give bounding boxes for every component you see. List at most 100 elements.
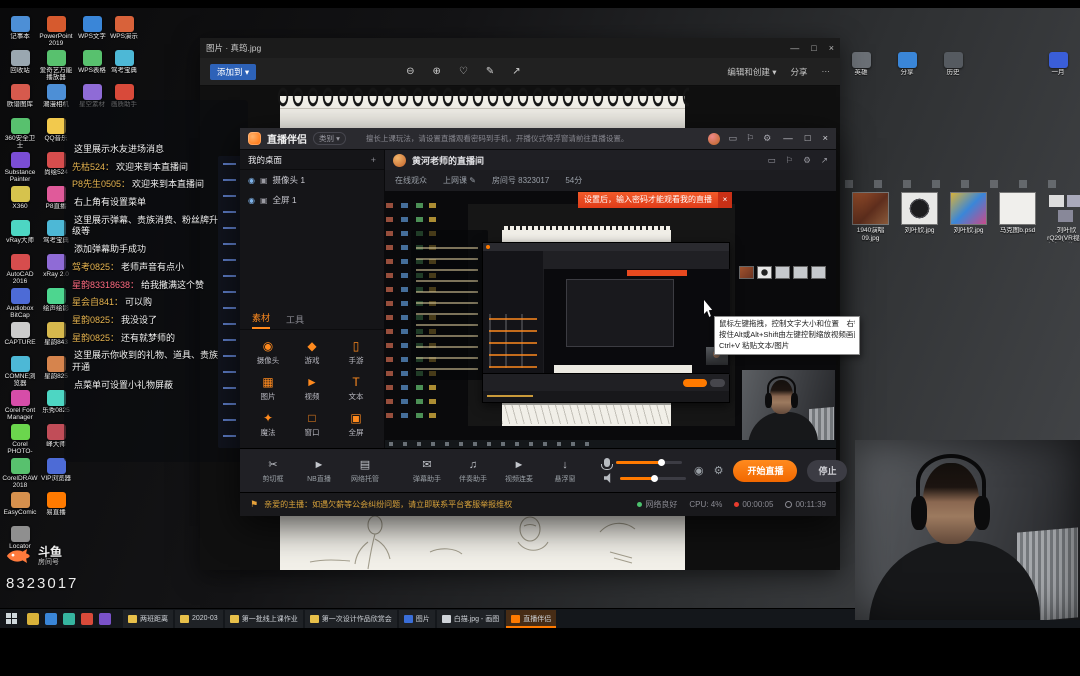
taskbar-task[interactable]: 第一批线上课作业: [225, 610, 303, 628]
taskbar-app-icon[interactable]: [81, 613, 93, 625]
desktop-icon[interactable]: 分享: [889, 52, 925, 86]
chat-username[interactable]: 先枯524：: [72, 162, 114, 172]
room-action-icon[interactable]: ⚙: [803, 155, 811, 166]
desktop-icon[interactable]: 回收站: [2, 50, 38, 84]
room-stat-item[interactable]: 54分: [565, 175, 582, 186]
taskbar-task[interactable]: 两班距离: [123, 610, 173, 628]
close-icon[interactable]: ×: [829, 43, 834, 53]
tool-button[interactable]: ◆ 游戏: [290, 339, 334, 366]
desktop-icon[interactable]: WPS演示: [106, 16, 142, 50]
tool-button[interactable]: ▦ 图片: [246, 375, 290, 402]
chat-username[interactable]: 星韵83318638：: [72, 280, 139, 290]
taskbar-task[interactable]: 直播伴侣: [506, 610, 556, 628]
tab-my-desktop[interactable]: 我的桌面: [248, 154, 282, 166]
maximize-icon[interactable]: □: [811, 43, 816, 53]
photo-tool-icon[interactable]: ⊖: [406, 66, 414, 77]
add-to-button[interactable]: 添加到 ▾: [210, 64, 256, 80]
titlebar-icon[interactable]: ⚙: [763, 133, 771, 144]
minimize-icon[interactable]: —: [790, 43, 799, 53]
desktop-icon[interactable]: 驾考宝典: [106, 50, 142, 84]
banner-close-icon[interactable]: ×: [718, 192, 732, 208]
tab-materials[interactable]: 素材: [252, 311, 270, 329]
desktop-icon[interactable]: 历史: [935, 52, 971, 86]
source-row[interactable]: ◉ ▣ 全屏 1: [240, 190, 384, 210]
tab-tools[interactable]: 工具: [286, 313, 304, 329]
taskbar-task[interactable]: 第一次设计作品欣赏会: [305, 610, 397, 628]
desktop-icon[interactable]: Substance Painter: [2, 152, 38, 186]
taskbar-app-icon[interactable]: [45, 613, 57, 625]
slider-knob[interactable]: [658, 459, 665, 466]
taskbar-app-icon[interactable]: [27, 613, 39, 625]
taskbar-task[interactable]: 白描.jpg - 画图: [437, 610, 505, 628]
chat-username[interactable]: 星会自841：: [72, 297, 123, 307]
desktop-icon[interactable]: 欧谱图库: [2, 84, 38, 118]
tool-button[interactable]: T 文本: [334, 375, 378, 402]
tool-button[interactable]: □ 窗口: [290, 411, 334, 438]
speaker-volume-slider[interactable]: [620, 477, 686, 480]
tool-button[interactable]: ▯ 手游: [334, 339, 378, 366]
desktop-icon[interactable]: VIP浏览器: [38, 458, 74, 492]
slider-knob[interactable]: [651, 475, 658, 482]
tool-button[interactable]: ◉ 摄像头: [246, 339, 290, 366]
category-dropdown[interactable]: 类别 ▾: [313, 132, 346, 145]
chat-username[interactable]: 驾考0825：: [72, 262, 119, 272]
file-thumbnail[interactable]: 刘叶欣.jpg: [897, 192, 942, 243]
edit-create-button[interactable]: 编辑和创建 ▾: [727, 66, 776, 78]
room-stat-item[interactable]: 在线观众: [395, 175, 427, 186]
desktop-icon[interactable]: Corel Font Manager: [2, 390, 38, 424]
desktop-icon[interactable]: CAPTURE: [2, 322, 38, 356]
file-thumbnail[interactable]: 1940演唱09.jpg: [848, 192, 893, 243]
tool-button[interactable]: ► 视频: [290, 375, 334, 402]
assistant-item[interactable]: ► 视频连麦: [496, 458, 542, 484]
add-source-button[interactable]: +: [371, 155, 376, 165]
chat-username[interactable]: P8先生0505：: [72, 179, 130, 189]
visibility-icon[interactable]: ◉: [248, 196, 255, 205]
maximize-icon[interactable]: □: [805, 133, 811, 144]
desktop-icon[interactable]: 记事本: [2, 16, 38, 50]
taskbar-task[interactable]: 2020-03: [175, 610, 223, 628]
desktop-icon[interactable]: WPS表格: [74, 50, 110, 84]
file-thumbnail[interactable]: 刘叶欣.jpg: [946, 192, 991, 243]
photo-tool-icon[interactable]: ✎: [486, 66, 494, 77]
share-button[interactable]: 分享: [790, 66, 807, 78]
toolbar-item[interactable]: ► NB直播: [296, 458, 342, 484]
desktop-icon[interactable]: PowerPoint 2019: [38, 16, 74, 50]
desktop-icon[interactable]: 易直播: [38, 492, 74, 526]
assistant-item[interactable]: ♫ 伴奏助手: [450, 458, 496, 484]
room-action-icon[interactable]: ▭: [768, 155, 776, 166]
speaker-icon[interactable]: [604, 473, 614, 483]
titlebar-icon[interactable]: ⚐: [746, 133, 754, 144]
photo-tool-icon[interactable]: ↗: [512, 66, 520, 77]
preview-eye-icon[interactable]: ◉: [694, 464, 704, 477]
minimize-icon[interactable]: —: [783, 133, 793, 144]
start-stream-button[interactable]: 开始直播: [733, 460, 797, 482]
desktop-icon[interactable]: 爱奇艺万能播放器: [38, 50, 74, 84]
more-button[interactable]: ···: [822, 66, 831, 78]
settings-gear-icon[interactable]: ⚙: [714, 464, 724, 477]
tool-button[interactable]: ▣ 全屏: [334, 411, 378, 438]
room-action-icon[interactable]: ↗: [821, 155, 828, 166]
desktop-icon[interactable]: EasyComic: [2, 492, 38, 526]
desktop-icon[interactable]: WPS文字: [74, 16, 110, 50]
desktop-icon[interactable]: CorelDRAW 2018: [2, 458, 38, 492]
assistant-item[interactable]: ✉ 弹幕助手: [404, 458, 450, 484]
assistant-item[interactable]: ↓ 悬浮窗: [542, 458, 588, 484]
desktop-icon[interactable]: Audiobox BitCap: [2, 288, 38, 322]
start-button[interactable]: [6, 613, 17, 624]
photo-tool-icon[interactable]: ⊕: [433, 66, 441, 77]
file-thumbnail[interactable]: 刘叶欣rQ29(VR视频文本)图片.png: [1044, 192, 1080, 243]
desktop-icon[interactable]: vRay大师: [2, 220, 38, 254]
desktop-icon[interactable]: 360安全卫士: [2, 118, 38, 152]
user-avatar[interactable]: [708, 133, 720, 145]
file-thumbnail[interactable]: 马克图b.psd: [995, 192, 1040, 243]
visibility-icon[interactable]: ◉: [248, 176, 255, 185]
stop-button[interactable]: 停止: [807, 460, 847, 482]
desktop-icon[interactable]: COMNE浏览器: [2, 356, 38, 390]
chat-username[interactable]: 星韵0825：: [72, 315, 119, 325]
close-icon[interactable]: ×: [822, 133, 828, 144]
desktop-icon[interactable]: 英雄: [843, 52, 879, 86]
toolbar-item[interactable]: ▤ 网络托管: [342, 458, 388, 484]
source-row[interactable]: ◉ ▣ 摄像头 1: [240, 170, 384, 190]
photo-tool-icon[interactable]: ♡: [459, 66, 468, 77]
desktop-icon[interactable]: X360: [2, 186, 38, 220]
